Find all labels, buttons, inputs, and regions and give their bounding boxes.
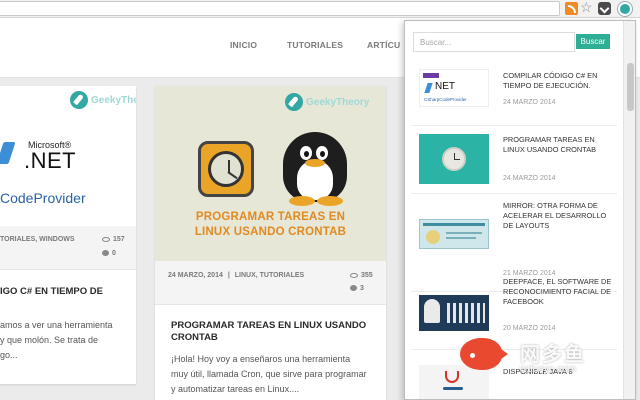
popup-post-date: 20 MARZO 2014	[503, 325, 556, 332]
post-thumbnail[interactable]: NET CSharpCodeProvider	[419, 69, 489, 107]
post-title[interactable]: IGO C# EN TIEMPO DE	[0, 286, 136, 298]
post-card[interactable]: GeekyTheory Microsoft® .NET CodeProvider…	[0, 86, 136, 384]
post-meta: 24 MARZO, 2014 | LINUX, TUTORIALES 355 3	[155, 261, 386, 305]
rocket-icon	[285, 93, 303, 111]
clock-icon	[198, 141, 254, 197]
popup-post-item[interactable]: MIRROR: OTRA FORMA DE ACELERAR EL DESARR…	[405, 197, 623, 287]
view-count: 157	[102, 236, 125, 243]
popup-post-title[interactable]: MIRROR: OTRA FORMA DE ACELERAR EL DESARR…	[503, 201, 615, 231]
post-excerpt-line: muy útil, llamada Cron, que sirve para p…	[171, 369, 367, 379]
visual-studio-icon	[424, 83, 433, 93]
watermark-url: wduoyu.com	[520, 364, 577, 375]
post-meta: TORIALES, WINDOWS 157 0	[0, 226, 136, 270]
comment-icon	[350, 285, 357, 292]
popup-post-date: 24 MARZO 2014	[503, 175, 556, 182]
popup-post-title[interactable]: DEEPFACE, EL SOFTWARE DE RECONOCIMIENTO …	[503, 277, 615, 307]
watermark: 网多鱼 wduoyu.com	[460, 332, 610, 388]
search-input[interactable]	[413, 32, 575, 52]
eye-icon	[350, 272, 358, 278]
post-categories[interactable]: TORIALES, WINDOWS	[0, 236, 75, 243]
brand-logo: GeekyTheory	[285, 93, 369, 111]
nav-item-inicio[interactable]: INICIO	[230, 40, 257, 50]
popup-post-title[interactable]: COMPILAR CÓDIGO C# EN TIEMPO DE EJECUCIÓ…	[503, 71, 615, 91]
visual-studio-icon	[0, 142, 16, 164]
rocket-icon	[70, 91, 88, 109]
post-excerpt-line: amos a ver una herramienta	[0, 320, 113, 330]
address-bar[interactable]	[0, 1, 560, 16]
post-thumbnail[interactable]: GeekyTheory PROGRAMAR TAREAS EN LINUX US…	[155, 86, 386, 261]
eye-icon	[102, 236, 110, 242]
rss-icon[interactable]	[565, 2, 578, 15]
post-categories[interactable]: LINUX, TUTORIALES	[235, 272, 304, 279]
post-card[interactable]: GeekyTheory PROGRAMAR TAREAS EN LINUX US…	[155, 86, 386, 400]
popup-post-date: 24 MARZO 2014	[503, 99, 556, 106]
watermark-cn: 网多鱼	[520, 344, 586, 366]
post-excerpt-line: y que molón. Se trata de	[0, 335, 99, 345]
nav-item-articulos[interactable]: ARTÍCU	[367, 40, 400, 50]
post-excerpt-line: y automatizar tareas en Linux....	[171, 384, 300, 394]
view-count: 355	[350, 272, 373, 279]
search-button[interactable]: Buscar	[576, 34, 610, 49]
post-excerpt-line: go...	[0, 350, 18, 360]
thumb-codeprovider-label: CodeProvider	[0, 190, 86, 206]
browser-toolbar: ☆	[0, 0, 640, 18]
post-thumbnail[interactable]	[419, 295, 489, 331]
popup-post-item[interactable]: PROGRAMAR TAREAS EN LINUX USANDO CRONTAB…	[405, 129, 623, 189]
popup-post-date: 21 MARZO 2014	[503, 270, 556, 277]
pocket-icon[interactable]	[598, 2, 611, 15]
extension-icon[interactable]	[618, 2, 632, 16]
clock-icon	[442, 147, 466, 171]
java-cup-icon	[445, 371, 459, 383]
thumb-title-line: PROGRAMAR TAREAS EN	[195, 211, 346, 223]
comment-icon	[102, 250, 109, 257]
brand-name: GeekyTheory	[306, 96, 370, 108]
fish-logo-icon	[460, 338, 508, 370]
popup-scrollbar[interactable]	[623, 21, 635, 399]
post-thumbnail[interactable]	[419, 134, 489, 184]
scrollbar-thumb[interactable]	[627, 63, 634, 111]
divider	[411, 125, 617, 126]
comment-count: 0	[102, 250, 116, 257]
post-thumbnail[interactable]: GeekyTheory Microsoft® .NET CodeProvider	[0, 86, 136, 226]
popup-post-item[interactable]: NET CSharpCodeProvider COMPILAR CÓDIGO C…	[405, 63, 623, 121]
post-date-categories: 24 MARZO, 2014 | LINUX, TUTORIALES	[168, 272, 305, 279]
thumb-net-label: .NET	[24, 148, 77, 173]
thumb-title-line: LINUX USANDO CRONTAB	[194, 226, 347, 238]
nav-item-tutoriales[interactable]: TUTORIALES	[287, 40, 343, 50]
post-thumbnail[interactable]	[419, 219, 489, 249]
popup-post-title[interactable]: PROGRAMAR TAREAS EN LINUX USANDO CRONTAB	[503, 135, 615, 155]
brand-name: GeekyTheory	[91, 94, 136, 106]
post-title[interactable]: PROGRAMAR TAREAS EN LINUX USANDO CRONTAB	[171, 320, 376, 344]
post-date: 24 MARZO, 2014	[168, 272, 223, 279]
bookmark-star-icon[interactable]: ☆	[580, 0, 593, 14]
post-excerpt-line: ¡Hola! Hoy voy a enseñaros una herramien…	[171, 354, 351, 364]
face-icon	[424, 299, 440, 323]
comment-count: 3	[350, 285, 364, 292]
divider	[411, 193, 617, 194]
brand-logo: GeekyTheory	[70, 91, 136, 109]
